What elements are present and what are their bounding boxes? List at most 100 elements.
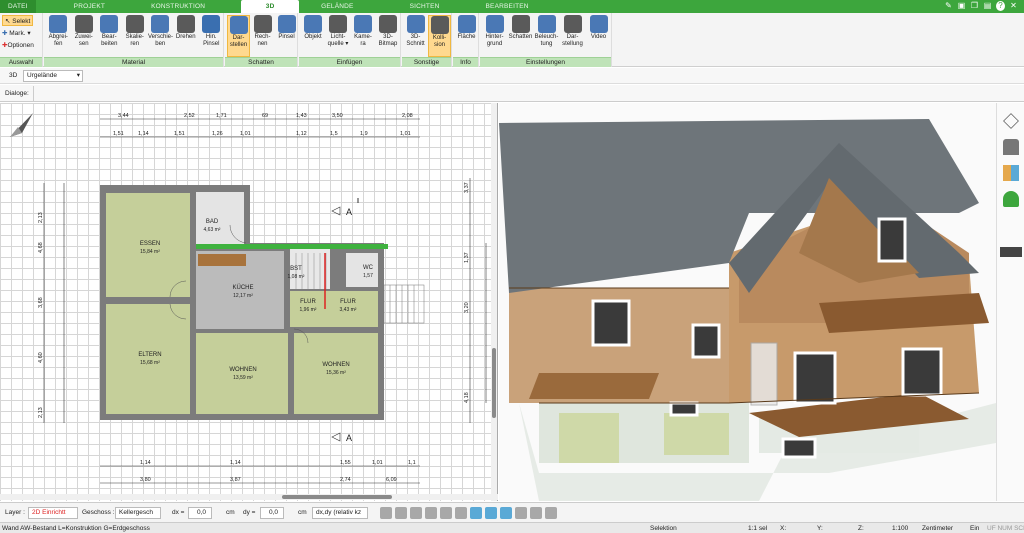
einstellungen-button-label: Dar- [566,34,579,40]
floorplan-svg[interactable]: 3,44 2,52 1,71 69 1,43 3,50 2,08 1,51 1,14 1,51 1,… [0,103,498,501]
scale-icon [125,15,144,33]
einstellungen-button-2[interactable]: Beleuch-tung [534,15,559,57]
room-label: WOHNEN [322,362,349,368]
display-icon[interactable] [395,507,407,519]
pin-icon[interactable] [545,507,557,519]
group-info: Fläche Info [453,13,479,67]
house-3d-render[interactable] [499,103,996,501]
plan-vertical-scrollbar[interactable] [491,103,497,501]
selected-wall[interactable] [196,244,388,249]
tab-bearbeiten[interactable]: BEARBEITEN [478,0,537,13]
scale-sel: 1:1 sel [748,525,768,532]
building-icon[interactable] [1002,139,1019,155]
material-button-3[interactable]: Skalie-ren [123,15,148,57]
tab-projekt[interactable]: PROJEKT [66,0,113,13]
schatten-button-0[interactable]: Dar-stellen [227,15,250,57]
material-button-5[interactable]: Drehen [174,15,199,57]
tab-gelaende[interactable]: GELÄNDE [313,0,361,13]
tab-konstruktion[interactable]: KONSTRUKTION [143,0,213,13]
north-arrow-icon [10,113,33,137]
room-bad[interactable] [196,192,244,244]
brush-icon [277,15,296,33]
geschoss-select[interactable]: Kellergesch [115,507,161,519]
tab-sichten[interactable]: SICHTEN [402,0,448,13]
optionen-button[interactable]: ✚Optionen [2,40,34,51]
window-icon[interactable]: ▣ [957,1,966,11]
z-coord: Z: [858,525,864,532]
selektion-label: Selektion [650,525,677,532]
einstellungen-button-label: Schatten [508,34,533,40]
tab-3d[interactable]: 3D [241,0,300,13]
table-icon[interactable] [425,507,437,519]
tool-icon[interactable] [440,507,452,519]
printer-icon[interactable] [410,507,422,519]
dimension-label: 1,1 [408,460,416,466]
einstellungen-button-0[interactable]: Hinter-grund [482,15,507,57]
grid-icon[interactable] [515,507,527,519]
dimension-label: 1,01 [240,131,251,137]
room-wc[interactable] [346,253,378,287]
info-button-label: Fläche [457,34,476,40]
material-button-1[interactable]: Zuwei-sen [72,15,97,57]
einstellungen-button-4[interactable]: Video [586,15,611,57]
snap-grid-icon[interactable] [455,507,467,519]
dy-input[interactable]: 0,0 [260,507,284,519]
pen-icon[interactable]: ✎ [944,1,953,11]
layers-icon[interactable] [1002,113,1019,129]
dimension-label: 4,68 [38,242,44,253]
object-icon [304,15,322,33]
room-wohnen-1[interactable] [196,333,288,414]
sonstige-button-0[interactable]: 3D- Schnitt [404,15,427,57]
info-button-0[interactable]: Fläche [455,15,478,57]
3d-view[interactable] [499,103,996,501]
sonstige-button-1[interactable]: Kolli-sion [428,15,451,57]
material-button-label: Drehen [175,34,196,40]
einstellungen-button-1[interactable]: Schatten [508,15,533,57]
material-grid-icon[interactable] [1002,165,1019,181]
dx-input[interactable]: 0,0 [188,507,212,519]
tree-icon[interactable] [1002,191,1019,207]
einstellungen-button-3[interactable]: Dar-stellung [560,15,585,57]
tab-datei[interactable]: DATEI [0,0,36,13]
einfuegen-button-2[interactable]: Kame-ra [351,15,375,57]
coordinate-mode-select[interactable]: dx,dy (relativ kz [312,507,368,519]
material-button-label: sen [78,41,89,47]
schatten-button-1[interactable]: Rech-nen [251,15,274,57]
material-button-4[interactable]: Verschie-ben [148,15,173,57]
sonstige-button-label: Kolli- [432,35,447,41]
clock-icon[interactable] [380,507,392,519]
snap-plane-icon[interactable] [485,507,497,519]
layout-icon[interactable]: ▤ [983,1,992,11]
layers-icon[interactable] [500,507,512,519]
mark-button[interactable]: ✚ Mark. ▾ [2,28,31,39]
dialoge-label: Dialoge: [5,90,29,97]
help-icon[interactable]: ? [996,1,1005,11]
selekt-button[interactable]: ↖ Selekt [2,15,34,26]
north-icon[interactable] [530,507,542,519]
room-label: ESSEN [140,241,160,247]
copy-icon[interactable]: ❐ [970,1,979,11]
floorplan-view[interactable]: 3,44 2,52 1,71 69 1,43 3,50 2,08 1,51 1,14 1,51 1,… [0,103,498,501]
material-button-0[interactable]: Abgrei-fen [46,15,71,57]
calc-icon [253,15,272,33]
material-button-label: fen [54,41,63,47]
plan-horizontal-scrollbar[interactable] [0,494,498,500]
material-button-6[interactable]: Hin. Pinsel [199,15,224,57]
terrain-select[interactable]: Urgelände ▾ [23,70,83,82]
einfuegen-button-3[interactable]: 3D- Bitmap [376,15,400,57]
einfuegen-button-1[interactable]: Licht-quelle ▾ [326,15,350,57]
panel-collapse-icon[interactable] [999,247,1022,257]
einfuegen-button-0[interactable]: Objekt [301,15,325,57]
schatten-button-label: Dar- [232,35,245,41]
dimension-label: 1,37 [464,252,470,263]
close-icon[interactable]: ✕ [1009,1,1018,11]
room-area: 12,17 m² [233,293,253,299]
sonstige-button-label: Schnitt [406,41,425,47]
cursor-icon: ↖ [5,18,11,25]
snap-line-icon[interactable] [470,507,482,519]
room-eltern[interactable] [106,304,190,414]
schatten-button-2[interactable]: Pinsel [275,15,298,57]
kitchen-counter[interactable] [198,254,246,266]
layer-select[interactable]: 2D Einrichtt [28,507,78,519]
material-button-2[interactable]: Bear-beiten [97,15,122,57]
